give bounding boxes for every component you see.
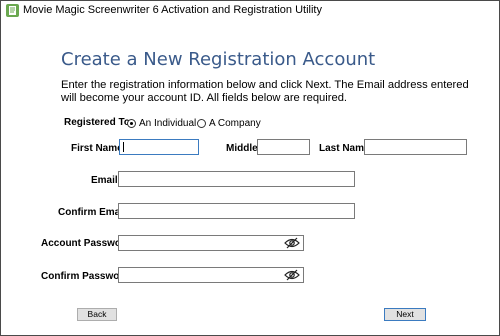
- page-title: Create a New Registration Account: [61, 49, 376, 70]
- email-label: Email: [91, 175, 118, 186]
- radio-company-label: A Company: [209, 117, 261, 129]
- confirm-email-label: Confirm Email: [58, 207, 126, 218]
- title-bar: Movie Magic Screenwriter 6 Activation an…: [1, 1, 499, 21]
- confirm-email-field[interactable]: [118, 203, 355, 219]
- email-field[interactable]: [118, 171, 355, 187]
- radio-company[interactable]: A Company: [197, 117, 261, 129]
- radio-button-company[interactable]: [197, 118, 206, 128]
- last-name-label: Last Name: [319, 143, 370, 154]
- first-name-field[interactable]: [119, 139, 199, 155]
- radio-button-individual[interactable]: [127, 118, 136, 128]
- confirm-password-label: Confirm Password: [41, 271, 130, 282]
- registration-window: Movie Magic Screenwriter 6 Activation an…: [0, 0, 500, 336]
- intro-line-1: Enter the registration information below…: [61, 79, 469, 91]
- middle-name-field[interactable]: [257, 139, 310, 155]
- confirm-password-field[interactable]: [118, 267, 304, 283]
- intro-text: Enter the registration information below…: [61, 79, 481, 105]
- last-name-field[interactable]: [364, 139, 467, 155]
- eye-slash-icon[interactable]: [284, 237, 300, 249]
- radio-individual[interactable]: An Individual: [127, 117, 196, 129]
- next-button[interactable]: Next: [384, 308, 426, 321]
- intro-line-2: will become your account ID. All fields …: [61, 92, 348, 104]
- text-caret: [123, 142, 124, 152]
- account-password-field[interactable]: [118, 235, 304, 251]
- first-name-label: First Name: [71, 143, 123, 154]
- registered-to-label: Registered To:: [64, 117, 134, 128]
- window-title: Movie Magic Screenwriter 6 Activation an…: [23, 4, 322, 16]
- back-button[interactable]: Back: [77, 308, 117, 321]
- app-icon: [6, 4, 19, 17]
- radio-individual-label: An Individual: [139, 117, 197, 129]
- middle-label: Middle: [226, 143, 258, 154]
- eye-slash-icon[interactable]: [284, 269, 300, 281]
